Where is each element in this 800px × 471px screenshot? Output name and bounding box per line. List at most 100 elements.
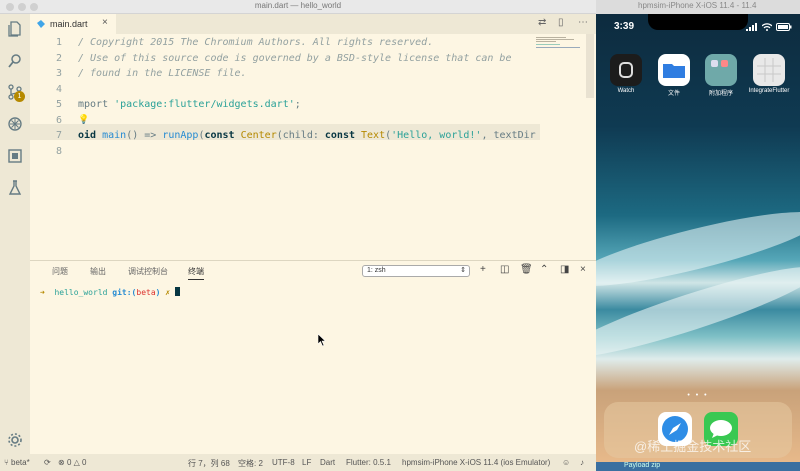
editor-window-title: main.dart — hello_world bbox=[254, 1, 342, 10]
code-token: / Copyright 2015 The Chromium Authors. A… bbox=[78, 37, 434, 48]
search-icon[interactable] bbox=[7, 53, 23, 69]
code-line[interactable]: / found in the LICENSE file. bbox=[78, 68, 247, 79]
panel-tab-debug-console[interactable]: 调试控制台 bbox=[128, 266, 168, 277]
extensions-icon[interactable] bbox=[7, 148, 23, 164]
code-token: const bbox=[204, 130, 241, 141]
code-line[interactable]: oid main() => runApp(const Center(child:… bbox=[78, 130, 536, 141]
eol-status[interactable]: LF bbox=[302, 458, 311, 467]
app-label: IntegrateFlutter bbox=[748, 88, 790, 94]
prompt-git: git:( bbox=[112, 288, 137, 297]
editor-titlebar[interactable]: main.dart — hello_world bbox=[0, 0, 596, 14]
app-files[interactable]: 文件 bbox=[653, 54, 695, 97]
prompt-dir: hello_world bbox=[54, 288, 108, 297]
mouse-pointer-icon bbox=[318, 334, 326, 346]
settings-gear-icon[interactable] bbox=[7, 432, 23, 448]
more-actions-icon[interactable]: ⋯ bbox=[578, 17, 588, 28]
lightbulb-icon[interactable]: 💡 bbox=[78, 115, 89, 125]
integrate-flutter-app-icon bbox=[753, 54, 785, 86]
code-line[interactable]: / Copyright 2015 The Chromium Authors. A… bbox=[78, 37, 433, 48]
page-indicator: • • • bbox=[687, 392, 709, 399]
debug-icon[interactable] bbox=[7, 116, 23, 132]
maximize-panel-icon[interactable]: ⌃ bbox=[540, 264, 548, 275]
explorer-icon[interactable] bbox=[7, 21, 23, 37]
warning-count: 0 bbox=[82, 458, 87, 467]
error-icon: ⊗ bbox=[58, 458, 67, 467]
code-token: main bbox=[102, 130, 127, 141]
wifi-icon bbox=[762, 23, 772, 31]
flutter-version-status[interactable]: Flutter: 0.5.1 bbox=[346, 458, 391, 467]
code-token: (child: bbox=[276, 130, 325, 141]
app-watch[interactable]: Watch bbox=[605, 54, 647, 94]
terminal-select[interactable]: 1: zsh ⇕ bbox=[362, 265, 470, 277]
battery-icon bbox=[776, 23, 792, 31]
notifications-bell-icon[interactable]: ♪ bbox=[580, 458, 584, 467]
code-token: oid bbox=[78, 130, 103, 141]
kill-terminal-icon[interactable]: 🗑 bbox=[520, 264, 533, 275]
terminal-prompt[interactable]: ➜ hello_world git:(beta) ✗ bbox=[40, 287, 180, 297]
simulator-titlebar[interactable]: hpmsim-iPhone X-iOS 11.4 - 11.4 bbox=[596, 0, 800, 14]
tab-main-dart[interactable]: main.dart × bbox=[30, 14, 116, 34]
toggle-panel-layout-icon[interactable]: ◨ bbox=[560, 264, 569, 275]
code-token: () => bbox=[126, 130, 163, 141]
code-line[interactable]: / Use of this source code is governed by… bbox=[78, 53, 511, 64]
new-terminal-icon[interactable]: + bbox=[480, 264, 486, 275]
watch-app-icon bbox=[610, 54, 642, 86]
app-label: Watch bbox=[617, 88, 635, 94]
tab-label: main.dart bbox=[50, 19, 88, 29]
code-token: / found in the LICENSE file. bbox=[78, 68, 247, 79]
app-label: 文件 bbox=[667, 91, 680, 97]
line-number: 8 bbox=[55, 145, 62, 157]
prompt-dirty-mark: ✗ bbox=[165, 288, 171, 297]
warning-icon: △ bbox=[73, 458, 82, 467]
split-editor-icon[interactable]: ▯ bbox=[558, 17, 564, 28]
indentation-status[interactable]: 空格: 2 bbox=[238, 458, 263, 469]
code-token: / Use of this source code is governed by… bbox=[78, 52, 512, 64]
language-status[interactable]: Dart bbox=[320, 458, 335, 467]
panel-tab-problems[interactable]: 问题 bbox=[52, 266, 68, 277]
panel-tab-terminal[interactable]: 终端 bbox=[188, 266, 204, 280]
desktop-file-label[interactable]: Payload zip bbox=[624, 462, 660, 469]
iphone-screen[interactable]: 3:39 Watch 文件 附加程序 IntegrateFlutter • • … bbox=[596, 14, 800, 462]
bottom-panel: 问题 输出 调试控制台 终端 1: zsh ⇕ + ◫ 🗑 ⌃ ◨ × ➜ he… bbox=[30, 260, 596, 454]
code-token: runApp bbox=[162, 130, 199, 141]
desktop-file-strip: Payload zip bbox=[596, 462, 800, 471]
folder-app-icon bbox=[705, 54, 737, 86]
app-integrate-flutter[interactable]: IntegrateFlutter bbox=[748, 54, 790, 94]
problems-status[interactable]: ⊗ 0 △ 0 bbox=[58, 458, 86, 467]
status-bar: ⑂ beta* ⟳ ⊗ 0 △ 0 行 7，列 68 空格: 2 UTF-8 L… bbox=[0, 454, 596, 471]
panel-tab-output[interactable]: 输出 bbox=[90, 266, 106, 277]
prompt-branch: beta bbox=[136, 288, 156, 297]
branch-status[interactable]: ⑂ beta* bbox=[4, 458, 30, 467]
device-status[interactable]: hpmsim-iPhone X-iOS 11.4 (ios Emulator) bbox=[402, 458, 550, 467]
terminal-select-value: 1: zsh bbox=[367, 267, 386, 274]
code-token: mport bbox=[78, 99, 115, 110]
files-app-icon bbox=[658, 54, 690, 86]
feedback-icon[interactable]: ☺ bbox=[562, 458, 570, 467]
prompt-git-end: ) bbox=[155, 288, 161, 297]
open-changes-icon[interactable]: ⇄ bbox=[538, 17, 546, 28]
scm-badge: 1 bbox=[14, 91, 25, 102]
close-panel-icon[interactable]: × bbox=[580, 264, 586, 275]
split-terminal-icon[interactable]: ◫ bbox=[500, 264, 509, 275]
editor-scrollbar[interactable] bbox=[586, 34, 594, 98]
code-token: Text bbox=[361, 130, 386, 141]
tab-close-icon[interactable]: × bbox=[102, 17, 108, 28]
code-editor[interactable]: 1 / Copyright 2015 The Chromium Authors. … bbox=[30, 34, 540, 260]
cursor-position[interactable]: 行 7，列 68 bbox=[188, 458, 230, 469]
app-extras-folder[interactable]: 附加程序 bbox=[700, 54, 742, 97]
code-token: Center bbox=[240, 130, 277, 141]
ios-status-bar: 3:39 bbox=[596, 14, 800, 38]
encoding-status[interactable]: UTF-8 bbox=[272, 458, 295, 467]
line-number: 4 bbox=[55, 83, 62, 95]
sync-icon[interactable]: ⟳ bbox=[44, 458, 51, 467]
simulator-window: hpmsim-iPhone X-iOS 11.4 - 11.4 3:39 Wat… bbox=[596, 0, 800, 471]
line-number: 6 bbox=[55, 114, 62, 126]
branch-name: beta* bbox=[11, 458, 30, 467]
flask-icon[interactable] bbox=[7, 180, 23, 196]
app-label: 附加程序 bbox=[708, 91, 733, 97]
code-line[interactable]: mport 'package:flutter/widgets.dart'; bbox=[78, 99, 301, 110]
ios-clock: 3:39 bbox=[614, 21, 635, 32]
code-token: , textDir bbox=[481, 130, 536, 141]
minimap[interactable] bbox=[536, 36, 580, 48]
line-number: 1 bbox=[55, 37, 62, 48]
